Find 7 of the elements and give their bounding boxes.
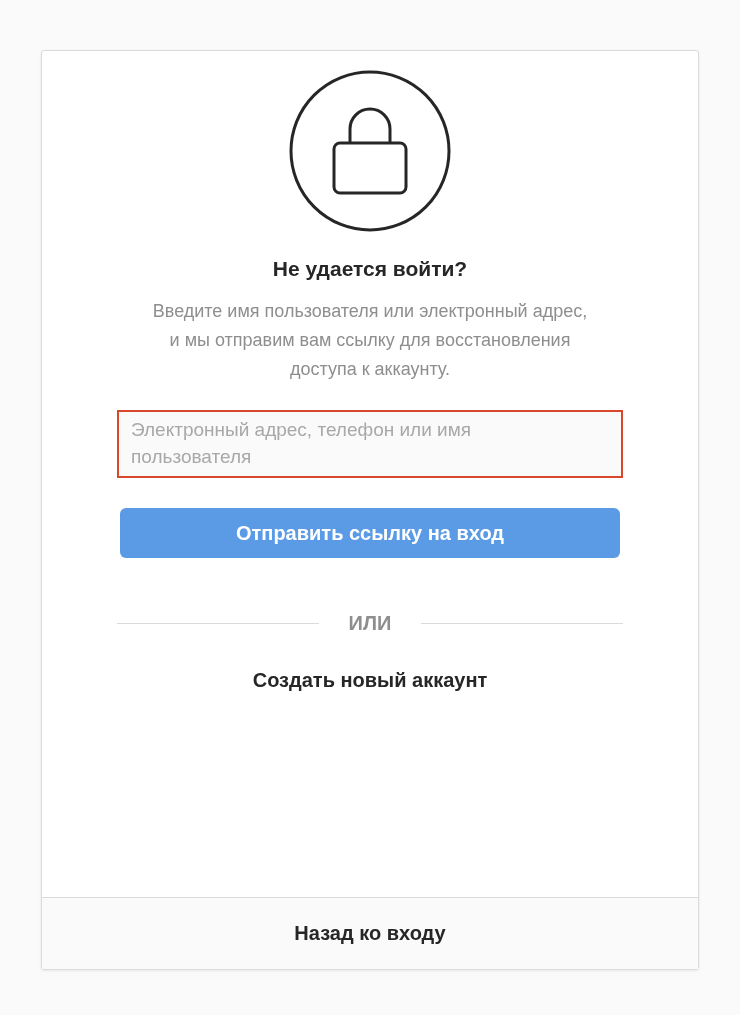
create-account-link[interactable]: Создать новый аккаунт xyxy=(252,669,488,692)
page-title: Не удается войти? xyxy=(272,257,468,281)
lock-icon xyxy=(288,69,452,233)
back-to-login-button[interactable]: Назад ко входу xyxy=(42,897,698,969)
login-field[interactable]: Электронный адрес, телефон или имя пользователя xyxy=(117,410,623,478)
description-text: Введите имя пользователя или электронный адрес, и мы отправим вам ссылку для восстановления доступа к аккаунту. xyxy=(151,300,589,381)
divider-label: ИЛИ xyxy=(348,612,392,635)
